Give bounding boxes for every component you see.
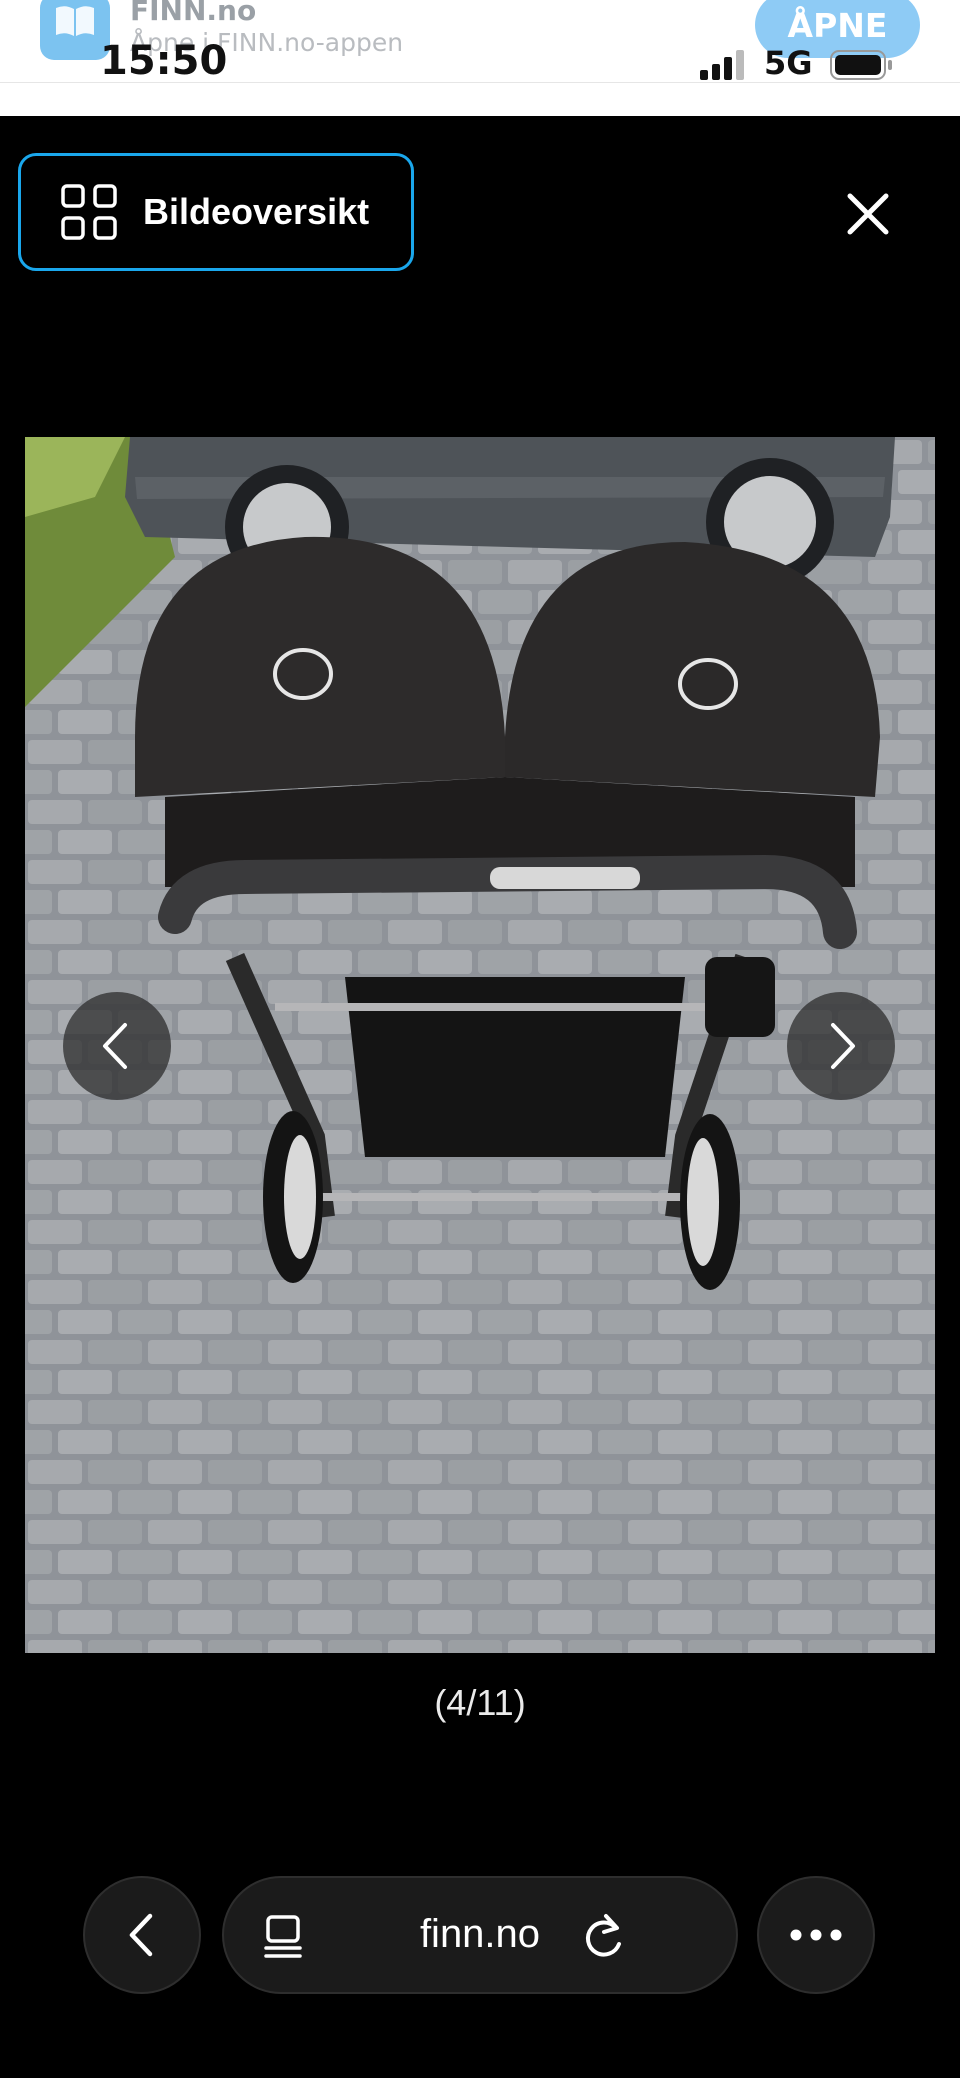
more-icon [790, 1929, 842, 1941]
battery-icon [830, 50, 892, 80]
next-image-button[interactable] [787, 992, 895, 1100]
image-counter: (4/11) [434, 1682, 526, 1723]
signal-icon [700, 50, 744, 80]
chevron-left-icon [103, 1023, 127, 1069]
reload-icon[interactable] [580, 1912, 626, 1962]
browser-back-button[interactable] [83, 1876, 201, 1994]
chevron-right-icon [831, 1023, 855, 1069]
image-overview-button[interactable]: Bildeoversikt [18, 153, 414, 271]
grid-icon [61, 184, 117, 240]
previous-image-button[interactable] [63, 992, 171, 1100]
close-icon[interactable] [840, 186, 896, 242]
image-overview-label: Bildeoversikt [143, 191, 370, 232]
banner-app-name: FINN.no [130, 0, 257, 27]
banner-divider [0, 82, 960, 83]
chevron-left-icon [129, 1913, 153, 1957]
status-time: 15:50 [100, 38, 228, 84]
network-label: 5G [764, 44, 813, 82]
url-text: finn.no [419, 1912, 541, 1956]
app-banner: FINN.no Åpne i FINN.no-appen ÅPNE 15:50 … [0, 0, 960, 116]
more-options-button[interactable] [757, 1876, 875, 1994]
address-bar[interactable]: finn.no [222, 1876, 738, 1994]
